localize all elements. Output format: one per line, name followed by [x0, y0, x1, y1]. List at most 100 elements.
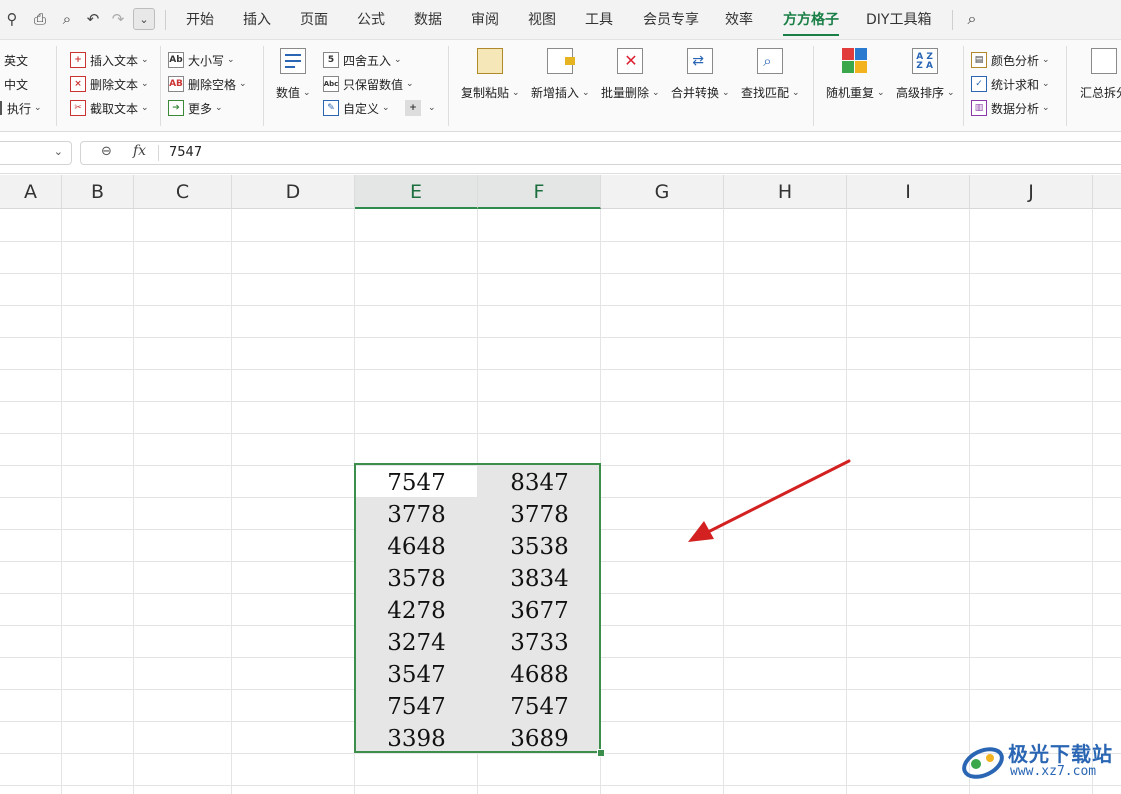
chevron-down-icon: ⌄	[34, 103, 42, 113]
column-header-d[interactable]: D	[232, 175, 355, 209]
divider	[1066, 46, 1067, 126]
chevron-down-icon: ⌄	[582, 87, 590, 98]
column-header-c[interactable]: C	[134, 175, 232, 209]
column-header-h[interactable]: H	[724, 175, 847, 209]
chevron-down-icon: ⌄	[428, 103, 436, 113]
chevron-down-icon: ⌄	[141, 55, 149, 65]
tab-efficiency[interactable]: 效率	[725, 0, 753, 40]
column-header-j[interactable]: J	[970, 175, 1093, 209]
numeric-icon	[280, 48, 307, 74]
batch-delete-icon: ✕	[617, 48, 644, 74]
aurora-logo-icon	[962, 747, 1004, 779]
undo-icon[interactable]: ↶	[83, 9, 103, 29]
fx-icon[interactable]: fx	[133, 143, 146, 159]
color-analysis-button[interactable]: ▤ 颜色分析 ⌄	[971, 49, 1050, 71]
find-icon: ⌕	[757, 48, 784, 74]
redo-icon[interactable]: ↷	[108, 9, 128, 29]
extract-text-button[interactable]: ✂ 截取文本 ⌄	[70, 97, 149, 119]
chevron-down-icon: ⌄	[239, 79, 247, 89]
stats-sum-button[interactable]: ✓ 统计求和 ⌄	[971, 73, 1050, 95]
chevron-down-icon: ⌄	[1042, 103, 1050, 113]
summary-split-button[interactable]: 汇总拆分	[1080, 46, 1121, 101]
tab-formulas[interactable]: 公式	[357, 0, 385, 40]
custom-button[interactable]: ✎ 自定义 ⌄	[323, 97, 390, 119]
chinese-button[interactable]: 中文	[4, 73, 28, 95]
divider	[813, 46, 814, 126]
formula-input[interactable]: ⊖ fx 7547	[80, 141, 1121, 165]
divider	[160, 46, 161, 126]
copy-paste-button[interactable]: 复制粘贴 ⌄	[461, 46, 520, 101]
tab-review[interactable]: 审阅	[471, 0, 499, 40]
add-button[interactable]: + ⌄	[405, 97, 436, 119]
column-header-e[interactable]: E	[355, 175, 478, 209]
chevron-down-icon: ⌄	[947, 87, 955, 98]
sort-icon: A ZZ A	[912, 48, 939, 74]
tab-view[interactable]: 视图	[528, 0, 556, 40]
column-header-i[interactable]: I	[847, 175, 970, 209]
merge-convert-button[interactable]: ⇄ 合并转换 ⌄	[671, 46, 730, 101]
case-button[interactable]: Ab 大小写 ⌄	[168, 49, 235, 71]
color-analysis-icon: ▤	[971, 52, 987, 68]
english-button[interactable]: 英文	[4, 49, 28, 71]
execute-button[interactable]: 执行 ⌄	[0, 97, 42, 119]
delete-text-button[interactable]: × 删除文本 ⌄	[70, 73, 149, 95]
tab-data[interactable]: 数据	[414, 0, 442, 40]
divider	[263, 46, 264, 126]
round-button[interactable]: 5 四舍五入 ⌄	[323, 49, 402, 71]
numeric-button[interactable]: 数值 ⌄	[276, 46, 311, 101]
advanced-sort-button[interactable]: A ZZ A 高级排序 ⌄	[896, 46, 955, 101]
search-icon[interactable]: ⌕	[962, 9, 982, 29]
divider	[952, 10, 953, 30]
tab-insert[interactable]: 插入	[243, 0, 271, 40]
chevron-down-icon: ⌄	[227, 55, 235, 65]
keep-values-button[interactable]: Abc 只保留数值 ⌄	[323, 73, 414, 95]
batch-delete-button[interactable]: ✕ 批量删除 ⌄	[601, 46, 660, 101]
chevron-down-icon: ⌄	[139, 12, 149, 26]
abc-icon: Abc	[323, 76, 339, 92]
insert-text-button[interactable]: + 插入文本 ⌄	[70, 49, 149, 71]
remove-spaces-button[interactable]: AB 删除空格 ⌄	[168, 73, 247, 95]
data-analysis-icon: ▥	[971, 100, 987, 116]
column-header-b[interactable]: B	[62, 175, 134, 209]
chevron-down-icon: ⌄	[512, 87, 520, 98]
delete-text-icon: ×	[70, 76, 86, 92]
chevron-down-icon[interactable]: ⌄	[54, 145, 63, 158]
pin-icon[interactable]: ⚲	[2, 9, 22, 29]
chevron-down-icon: ⌄	[406, 79, 414, 89]
find-match-button[interactable]: ⌕ 查找匹配 ⌄	[741, 46, 800, 101]
stats-sum-icon: ✓	[971, 76, 987, 92]
quick-access-dropdown-button[interactable]: ⌄	[133, 8, 155, 30]
print-icon[interactable]: ⎙	[30, 9, 50, 29]
print-preview-icon[interactable]: ⌕	[57, 9, 77, 29]
random-repeat-button[interactable]: 随机重复 ⌄	[826, 46, 885, 101]
formula-value[interactable]: 7547	[169, 145, 202, 160]
insert-text-icon: +	[70, 52, 86, 68]
tab-page[interactable]: 页面	[300, 0, 328, 40]
zoom-icon[interactable]: ⊖	[101, 144, 112, 159]
divider	[158, 145, 159, 161]
new-insert-button[interactable]: 新增插入 ⌄	[531, 46, 590, 101]
chevron-down-icon: ⌄	[382, 103, 390, 113]
divider	[56, 46, 57, 126]
column-header-g[interactable]: G	[601, 175, 724, 209]
tab-diy-toolbox[interactable]: DIY工具箱	[866, 0, 931, 40]
extract-text-icon: ✂	[70, 100, 86, 116]
data-analysis-button[interactable]: ▥ 数据分析 ⌄	[971, 97, 1050, 119]
divider	[448, 46, 449, 126]
tab-home[interactable]: 开始	[186, 0, 214, 40]
name-box[interactable]: ⌄	[0, 141, 72, 165]
tab-fangfang[interactable]: 方方格子	[783, 0, 839, 40]
watermark-title: 极光下载站	[1008, 742, 1113, 766]
divider	[963, 46, 964, 126]
chevron-down-icon: ⌄	[303, 87, 311, 98]
chevron-down-icon: ⌄	[877, 87, 885, 98]
tab-tools[interactable]: 工具	[585, 0, 613, 40]
divider	[165, 10, 166, 30]
worksheet-grid[interactable]: 7547 3778 4648 3578 4278 3274 3547 7547 …	[0, 209, 1121, 794]
tab-member[interactable]: 会员专享	[643, 0, 699, 40]
watermark-logo: 极光下载站 www.xz7.com	[960, 736, 1120, 786]
chevron-down-icon: ⌄	[792, 87, 800, 98]
column-header-a[interactable]: A	[0, 175, 62, 209]
column-header-f[interactable]: F	[478, 175, 601, 209]
more-button[interactable]: ➔ 更多 ⌄	[168, 97, 223, 119]
